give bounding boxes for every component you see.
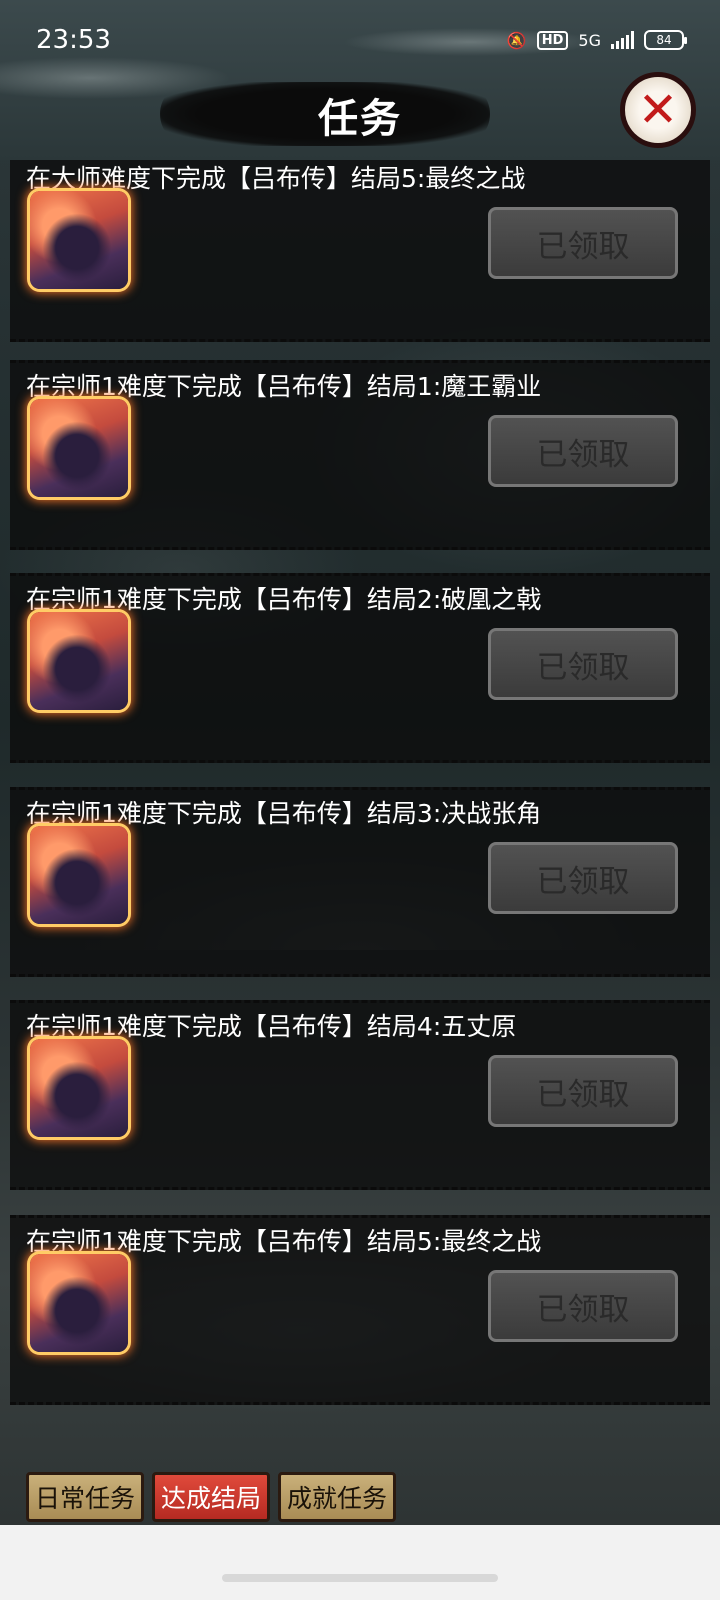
close-x-icon: ✕ [637,82,679,138]
task-description: 在宗师1难度下完成【吕布传】结局2:破凰之戟 [26,585,542,614]
signal-icon [611,31,634,49]
reward-icon [30,1254,128,1352]
claimed-button[interactable]: 已领取 [488,628,678,700]
task-description: 在宗师1难度下完成【吕布传】结局4:五丈原 [26,1012,517,1041]
task-card: 在宗师1难度下完成【吕布传】结局5:最终之战 已领取 [10,1215,710,1405]
claimed-button[interactable]: 已领取 [488,207,678,279]
task-card: 在宗师1难度下完成【吕布传】结局4:五丈原 已领取 [10,1000,710,1190]
page-title: 任务 [318,96,402,142]
claimed-button[interactable]: 已领取 [488,842,678,914]
tab-achieved-endings[interactable]: 达成结局 [152,1472,271,1522]
reward-icon [30,1039,128,1137]
network-type: 5G [578,30,601,50]
close-button[interactable]: ✕ [620,72,696,148]
reward-icon [30,612,128,710]
navigation-bar [0,1525,720,1600]
task-card: 在宗师1难度下完成【吕布传】结局1:魔王霸业 已领取 [10,360,710,550]
task-description: 在宗师1难度下完成【吕布传】结局5:最终之战 [26,1227,542,1256]
reward-icon [30,191,128,289]
home-indicator[interactable] [222,1574,498,1582]
battery-level: 84 [656,33,672,47]
tab-daily-tasks[interactable]: 日常任务 [26,1472,145,1522]
status-icons: 🔕 HD 5G 84 [506,30,687,50]
status-time: 23:53 [36,25,111,55]
task-description: 在宗师1难度下完成【吕布传】结局3:决战张角 [26,799,542,828]
task-card: 在大师难度下完成【吕布传】结局5:最终之战 已领取 [10,160,710,342]
tab-achievement-tasks[interactable]: 成就任务 [278,1472,397,1522]
claimed-button[interactable]: 已领取 [488,1055,678,1127]
status-bar: 23:53 🔕 HD 5G 84 [0,0,720,80]
battery-icon: 84 [644,30,687,50]
task-list[interactable]: 在大师难度下完成【吕布传】结局5:最终之战 已领取 在宗师1难度下完成【吕布传】… [0,160,720,1430]
reward-icon [30,399,128,497]
hd-badge: HD [536,30,569,50]
task-card: 在宗师1难度下完成【吕布传】结局3:决战张角 已领取 [10,787,710,977]
task-description: 在宗师1难度下完成【吕布传】结局1:魔王霸业 [26,372,542,401]
claimed-button[interactable]: 已领取 [488,415,678,487]
mute-bell-icon: 🔕 [506,30,527,50]
task-card: 在宗师1难度下完成【吕布传】结局2:破凰之戟 已领取 [10,573,710,763]
reward-icon [30,826,128,924]
bottom-tab-bar: 日常任务 达成结局 成就任务 [26,1472,397,1522]
claimed-button[interactable]: 已领取 [488,1270,678,1342]
task-description: 在大师难度下完成【吕布传】结局5:最终之战 [26,164,526,193]
